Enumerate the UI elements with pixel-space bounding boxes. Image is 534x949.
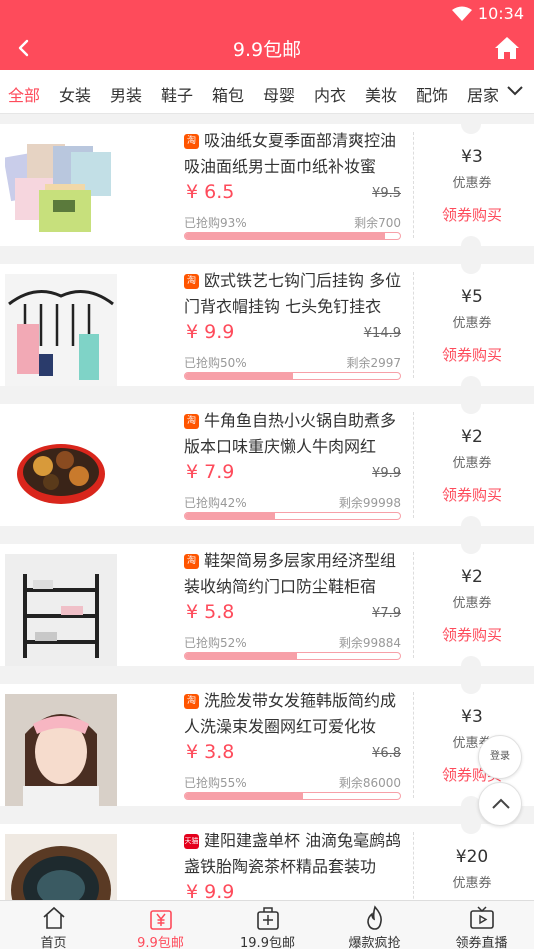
- coupon-label: 优惠券: [452, 176, 492, 191]
- product-price: ¥ 9.9: [186, 321, 235, 343]
- get-coupon-button[interactable]: 领券购买: [414, 204, 530, 225]
- product-title[interactable]: 牛角鱼自热小火锅自助煮多版本口味重庆懒人牛肉网红方…: [184, 408, 404, 460]
- header: 9.9包邮: [0, 28, 534, 70]
- tabbar-live[interactable]: 领券直播: [428, 901, 534, 949]
- chevron-down-icon: [507, 86, 523, 96]
- coupon-label: 优惠券: [452, 456, 492, 471]
- product-image[interactable]: [5, 414, 117, 526]
- back-to-top-button[interactable]: [478, 782, 522, 826]
- product-list: 淘 吸油纸女夏季面部清爽控油吸油面纸男士面巾纸补妆蜜粉… ¥ 6.5 ¥9.5 …: [0, 114, 534, 900]
- login-float-button[interactable]: 登录: [478, 735, 522, 779]
- wifi-icon: [452, 6, 472, 21]
- sold-percent: 已抢购52%: [184, 636, 247, 650]
- tab-underwear[interactable]: 内衣: [314, 82, 346, 106]
- home-outline-icon: [43, 906, 65, 929]
- product-card[interactable]: 淘 欧式铁艺七钩门后挂钩 多位门背衣帽挂钩 七头免钉挂衣钩… ¥ 9.9 ¥14…: [0, 264, 534, 386]
- coupon-label: 优惠券: [452, 596, 492, 611]
- sold-percent: 已抢购42%: [184, 496, 247, 510]
- product-card[interactable]: 淘 鞋架简易多层家用经济型组装收纳简约门口防尘鞋柜宿舍… ¥ 5.8 ¥7.9 …: [0, 544, 534, 666]
- sales-progress-bar: [184, 652, 401, 660]
- product-price: ¥ 3.8: [186, 741, 235, 763]
- sold-percent: 已抢购55%: [184, 776, 247, 790]
- original-price: ¥6.8: [372, 746, 401, 761]
- tab-home[interactable]: 居家: [467, 82, 499, 106]
- product-card[interactable]: 淘 洗脸发带女发箍韩版简约成人洗澡束发圈网红可爱化妆头… ¥ 3.8 ¥6.8 …: [0, 684, 534, 806]
- tab-shoes[interactable]: 鞋子: [161, 82, 193, 106]
- stock-remaining: 剩余86000: [338, 776, 401, 790]
- tabbar-9-9[interactable]: 9.9包邮: [107, 901, 214, 949]
- get-coupon-button[interactable]: 领券购买: [414, 344, 530, 365]
- gift-box-icon: [257, 907, 279, 930]
- original-price: ¥9.9: [372, 466, 401, 481]
- product-image[interactable]: [5, 694, 117, 806]
- coupon-label: 优惠券: [452, 876, 492, 891]
- product-title[interactable]: 洗脸发带女发箍韩版简约成人洗澡束发圈网红可爱化妆头…: [184, 688, 404, 740]
- product-card[interactable]: 淘 吸油纸女夏季面部清爽控油吸油面纸男士面巾纸补妆蜜粉… ¥ 6.5 ¥9.5 …: [0, 124, 534, 246]
- product-card[interactable]: 淘 牛角鱼自热小火锅自助煮多版本口味重庆懒人牛肉网红方… ¥ 7.9 ¥9.9 …: [0, 404, 534, 526]
- coupon-value: ¥2: [461, 427, 483, 447]
- coupon-label: 优惠券: [452, 316, 492, 331]
- stock-remaining: 剩余700: [354, 216, 401, 230]
- sold-percent: 已抢购50%: [184, 356, 247, 370]
- product-price: ¥ 5.8: [186, 601, 235, 623]
- stock-remaining: 剩余99884: [338, 636, 401, 650]
- product-card[interactable]: 天猫 建阳建盏单杯 油滴兔毫鹧鸪盏铁胎陶瓷茶杯精品套装功夫… ¥ 9.9 ¥20…: [0, 824, 534, 900]
- tab-women[interactable]: 女装: [59, 82, 91, 106]
- stock-remaining: 剩余2997: [346, 356, 401, 370]
- yen-bag-icon: [150, 910, 172, 930]
- status-bar: 10:34: [0, 0, 534, 28]
- tabbar-hot-deals[interactable]: 爆款疯抢: [321, 901, 428, 949]
- tabbar-home[interactable]: 首页: [0, 901, 107, 949]
- page-title: 9.9包邮: [232, 39, 302, 61]
- original-price: ¥14.9: [363, 326, 401, 341]
- coupon-value: ¥3: [461, 707, 483, 727]
- original-price: ¥9.5: [372, 186, 401, 201]
- sales-progress-bar: [184, 232, 401, 240]
- product-price: ¥ 9.9: [186, 881, 235, 900]
- bottom-tab-bar: 首页 9.9包邮 19.9包邮 爆款疯抢 领券直播: [0, 900, 534, 949]
- product-price: ¥ 7.9: [186, 461, 235, 483]
- stock-remaining: 剩余99998: [338, 496, 401, 510]
- status-time: 10:34: [477, 4, 524, 23]
- tab-accessories[interactable]: 配饰: [416, 82, 448, 106]
- sales-progress-bar: [184, 512, 401, 520]
- product-title[interactable]: 鞋架简易多层家用经济型组装收纳简约门口防尘鞋柜宿舍…: [184, 548, 404, 600]
- category-tabs: 全部 女装 男装 鞋子 箱包 母婴 内衣 美妆 配饰 居家: [0, 70, 534, 114]
- coupon-value: ¥2: [461, 567, 483, 587]
- tab-baby[interactable]: 母婴: [263, 82, 295, 106]
- product-image[interactable]: [5, 834, 117, 900]
- product-price: ¥ 6.5: [186, 181, 235, 203]
- sales-progress-bar: [184, 792, 401, 800]
- coupon-value: ¥5: [461, 287, 483, 307]
- flame-icon: [367, 905, 382, 930]
- tab-men[interactable]: 男装: [110, 82, 142, 106]
- product-title[interactable]: 建阳建盏单杯 油滴兔毫鹧鸪盏铁胎陶瓷茶杯精品套装功夫…: [184, 828, 404, 880]
- product-title[interactable]: 吸油纸女夏季面部清爽控油吸油面纸男士面巾纸补妆蜜粉…: [184, 128, 404, 180]
- tv-play-icon: [470, 906, 494, 929]
- product-title[interactable]: 欧式铁艺七钩门后挂钩 多位门背衣帽挂钩 七头免钉挂衣钩…: [184, 268, 404, 320]
- tabbar-19-9[interactable]: 19.9包邮: [214, 901, 321, 949]
- product-image[interactable]: [5, 554, 117, 666]
- tab-bags[interactable]: 箱包: [212, 82, 244, 106]
- sold-percent: 已抢购93%: [184, 216, 247, 230]
- coupon-value: ¥3: [461, 147, 483, 167]
- original-price: ¥7.9: [372, 606, 401, 621]
- expand-tabs-button[interactable]: [498, 70, 534, 113]
- get-coupon-button[interactable]: 领券购买: [414, 484, 530, 505]
- chevron-up-icon: [492, 798, 510, 809]
- sales-progress-bar: [184, 372, 401, 380]
- product-image[interactable]: [5, 134, 117, 246]
- get-coupon-button[interactable]: 领券购买: [414, 624, 530, 645]
- coupon-value: ¥20: [455, 847, 489, 867]
- product-image[interactable]: [5, 274, 117, 386]
- home-icon[interactable]: [494, 35, 520, 61]
- tab-beauty[interactable]: 美妆: [365, 82, 397, 106]
- tab-all[interactable]: 全部: [8, 82, 40, 106]
